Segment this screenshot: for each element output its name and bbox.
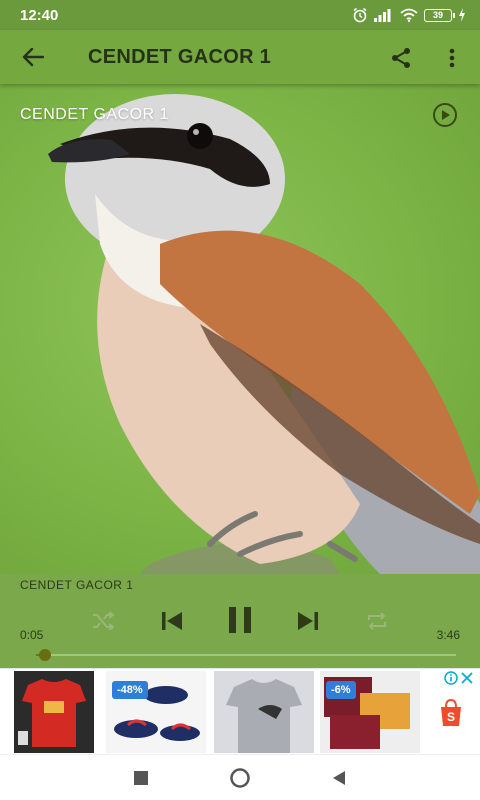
- skip-previous-icon: [162, 612, 182, 630]
- seek-bar[interactable]: [36, 649, 456, 661]
- pause-button[interactable]: [222, 602, 258, 638]
- charging-icon: [459, 8, 465, 22]
- system-nav-bar: [0, 754, 480, 800]
- status-time: 12:40: [20, 7, 59, 24]
- ad-product-tshirts-stack[interactable]: -6%: [320, 671, 420, 753]
- shuffle-button[interactable]: [90, 608, 116, 634]
- ad-product-sandals[interactable]: -48%: [106, 671, 206, 753]
- recents-button[interactable]: [128, 765, 154, 791]
- total-duration: 3:46: [436, 628, 460, 642]
- artwork-title: CENDET GACOR 1: [20, 106, 169, 123]
- repeat-button[interactable]: [364, 608, 390, 634]
- ad-close-icon[interactable]: [460, 671, 474, 685]
- tshirt-image: [18, 679, 86, 747]
- play-button[interactable]: [432, 102, 458, 128]
- player-controls: CENDET GACOR 1 0:05 3:46: [0, 574, 480, 668]
- home-circle-icon: [230, 768, 250, 788]
- pause-icon: [229, 607, 251, 633]
- discount-badge: -48%: [112, 681, 148, 699]
- status-icons: 39: [352, 7, 466, 23]
- shuffle-icon: [93, 612, 114, 630]
- ad-product-tshirt-grey[interactable]: [214, 671, 314, 753]
- svg-text:S: S: [447, 710, 455, 724]
- play-circle-icon: [433, 103, 457, 127]
- elapsed-time: 0:05: [20, 628, 44, 642]
- signal-icon: [374, 9, 391, 22]
- share-button[interactable]: [386, 43, 416, 73]
- recents-square-icon: [134, 771, 148, 785]
- tshirt-grey-image: [226, 679, 302, 753]
- ad-product-tshirt-red[interactable]: [14, 671, 94, 753]
- previous-button[interactable]: [158, 607, 186, 635]
- seek-thumb[interactable]: [39, 649, 52, 661]
- bird-image: [48, 94, 480, 574]
- back-triangle-icon: [333, 771, 345, 785]
- arrow-left-icon: [22, 47, 44, 67]
- back-button[interactable]: [18, 43, 48, 71]
- repeat-icon: [368, 612, 386, 630]
- track-title: CENDET GACOR 1: [20, 578, 134, 592]
- home-button[interactable]: [227, 765, 253, 791]
- discount-badge: -6%: [326, 681, 356, 699]
- ad-banner[interactable]: -48% -6% S: [0, 668, 480, 754]
- more-vert-icon: [449, 48, 455, 68]
- battery-icon: 39: [424, 8, 455, 22]
- ad-info-icon[interactable]: [444, 671, 458, 685]
- shop-bag-icon[interactable]: S: [438, 699, 464, 727]
- next-button[interactable]: [294, 607, 322, 635]
- battery-level: 39: [432, 10, 443, 20]
- app-bar: CENDET GACOR 1: [0, 30, 480, 84]
- album-artwork: CENDET GACOR 1: [0, 84, 480, 574]
- skip-next-icon: [298, 612, 318, 630]
- alarm-icon: [353, 7, 367, 23]
- nav-back-button[interactable]: [326, 765, 352, 791]
- page-title: CENDET GACOR 1: [88, 46, 272, 68]
- share-icon: [392, 48, 410, 68]
- wifi-icon: [400, 8, 418, 22]
- more-options-button[interactable]: [438, 43, 466, 73]
- status-bar: 12:40 39: [0, 0, 480, 30]
